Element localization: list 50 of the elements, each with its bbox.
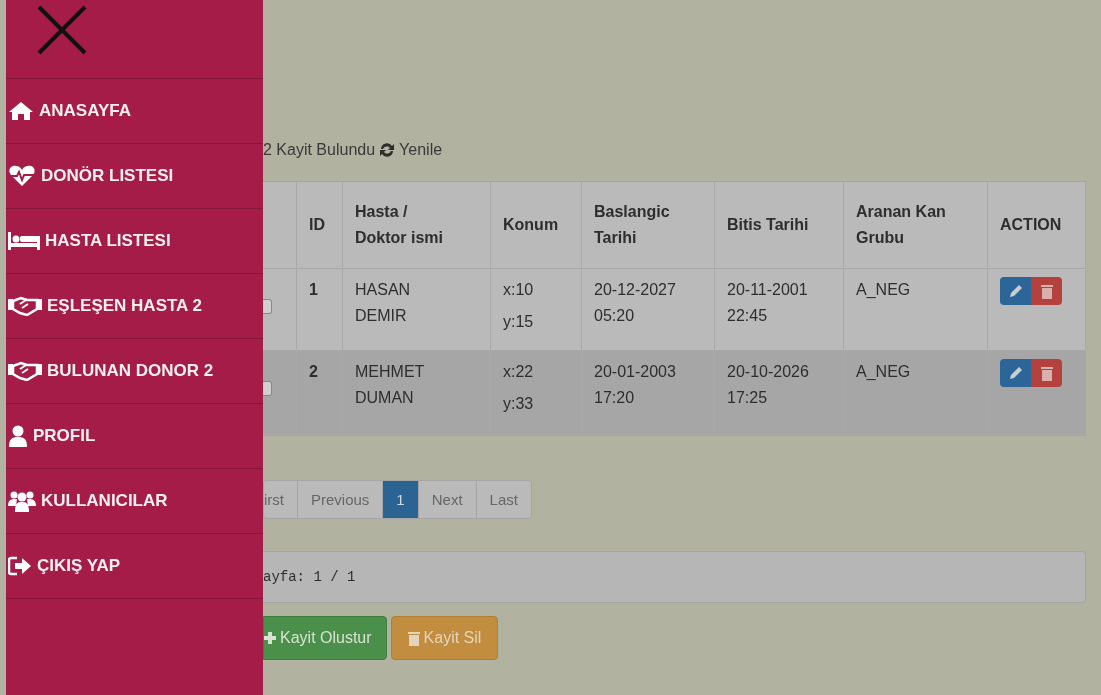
handshake-icon	[8, 361, 42, 381]
edit-button[interactable]	[1000, 359, 1031, 387]
trash-icon	[407, 630, 420, 646]
users-icon	[8, 490, 36, 512]
table-cell: x:22 y:33	[491, 351, 582, 435]
trash-icon	[1040, 283, 1053, 299]
record-count: 2 Kayit Bulundu	[263, 141, 376, 159]
bed-icon	[8, 232, 40, 250]
refresh-link[interactable]: Yenile	[399, 141, 443, 159]
trash-icon	[1040, 365, 1053, 381]
column-header: Konum	[491, 182, 582, 269]
pencil-icon	[1008, 366, 1023, 380]
table-cell: 20-12-2027 05:20	[582, 269, 715, 351]
table-cell: 1	[297, 269, 343, 351]
menu-item[interactable]: KULLANICILAR	[41, 491, 168, 511]
menu-item[interactable]: ÇIKIŞ YAP	[37, 556, 121, 576]
sign-out-icon	[8, 556, 32, 576]
column-header: Bitis Tarihi	[715, 182, 844, 269]
plus-icon	[264, 632, 276, 644]
column-header: Aranan Kan Grubu	[844, 182, 988, 269]
table-cell: x:10 y:15	[491, 269, 582, 351]
table-cell: MEHMET DUMAN	[343, 351, 491, 435]
column-header: ID	[297, 182, 343, 269]
column-header: Hasta / Doktor ismi	[343, 182, 491, 269]
page-field: ayfa: 1 / 1	[263, 551, 1086, 603]
table-cell: 2	[297, 351, 343, 435]
menu-item[interactable]: PROFIL	[33, 426, 96, 446]
table-cell: A_NEG	[844, 351, 988, 435]
close-icon[interactable]	[36, 4, 88, 56]
delete-button[interactable]	[1031, 277, 1062, 305]
page-button[interactable]: 1	[383, 481, 419, 518]
house-icon	[8, 101, 34, 121]
handshake-icon	[8, 296, 42, 316]
table-cell: 20-11-2001 22:45	[715, 269, 844, 351]
refresh-icon	[379, 142, 396, 158]
table-cell: 20-10-2026 17:25	[715, 351, 844, 435]
menu-item[interactable]: EŞLEŞEN HASTA 2	[47, 296, 202, 316]
menu-item[interactable]: HASTA LISTESI	[45, 231, 171, 251]
column-header: ACTION	[988, 182, 1086, 269]
delete-button[interactable]	[1031, 359, 1062, 387]
table-cell: 20-01-2003 17:20	[582, 351, 715, 435]
column-header: Baslangic Tarihi	[582, 182, 715, 269]
pencil-icon	[1008, 284, 1023, 298]
menu-item[interactable]: DONÖR LISTESI	[41, 166, 174, 186]
table-cell: HASAN DEMIR	[343, 269, 491, 351]
edit-button[interactable]	[1000, 277, 1031, 305]
menu-item[interactable]: ANASAYFA	[39, 101, 131, 121]
menu-item[interactable]: BULUNAN DONOR 2	[47, 361, 214, 381]
user-icon	[8, 425, 28, 447]
table-cell: A_NEG	[844, 269, 988, 351]
